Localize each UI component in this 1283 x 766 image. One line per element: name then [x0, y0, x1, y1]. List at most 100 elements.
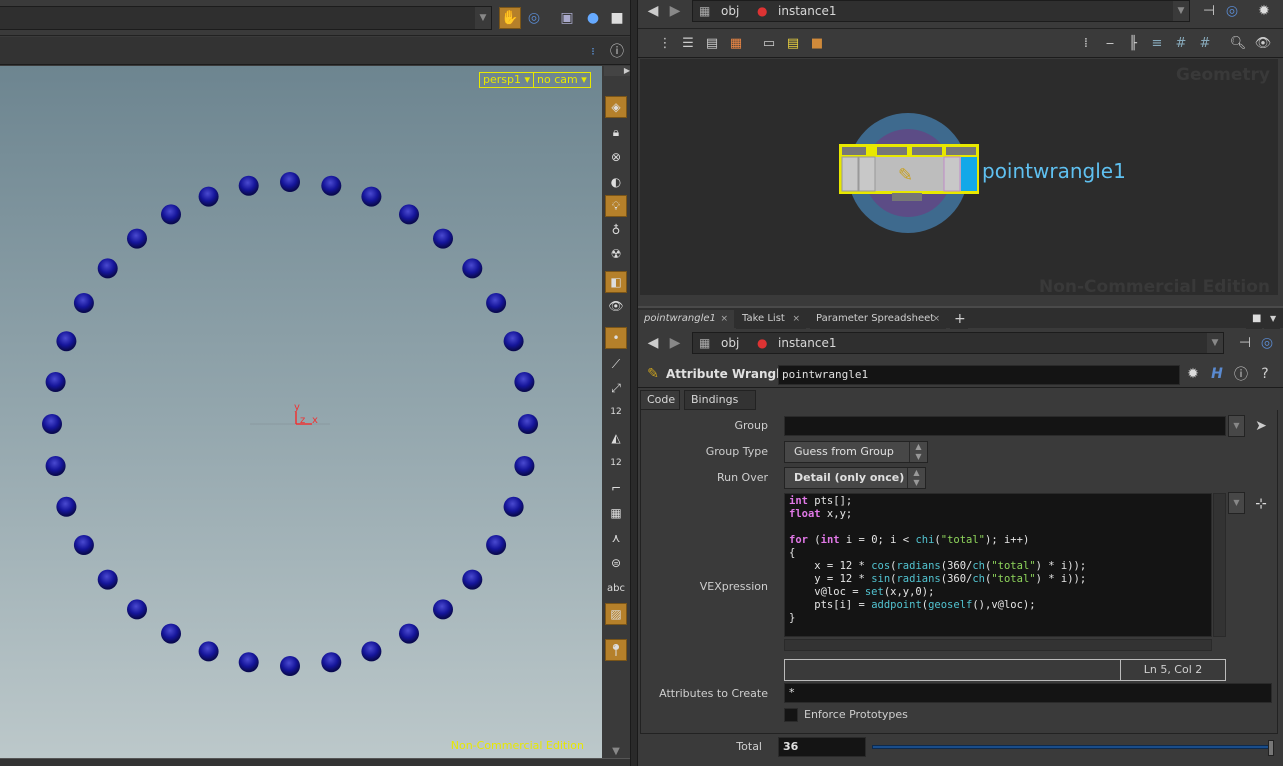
pin-icon[interactable]: ⊣	[1198, 0, 1220, 22]
align-horizontal-icon[interactable]: ‒	[1101, 34, 1119, 52]
forward-arrow-icon[interactable]: ▶	[664, 0, 686, 22]
group-field[interactable]	[784, 416, 1226, 436]
details-view-icon[interactable]: ▤	[703, 34, 721, 52]
sticky-note-icon[interactable]: ▤	[784, 34, 802, 52]
align-vertical-icon[interactable]: ⁞	[1077, 34, 1095, 52]
bypass-flag[interactable]	[841, 156, 859, 192]
visualizer-icon[interactable]: 👁︎	[605, 295, 627, 317]
normal-display-icon[interactable]: ⟋	[605, 353, 627, 375]
input-connector-4[interactable]	[946, 147, 976, 155]
viewport-layout-icon[interactable]: ◈	[605, 96, 627, 118]
tab-parameter-spreadsheet[interactable]: Parameter Spreadsheet ×	[810, 310, 946, 330]
attributes-to-create-field[interactable]: *	[784, 683, 1272, 703]
lock-flag[interactable]	[858, 156, 876, 192]
snap-grid-icon[interactable]: ╟	[1124, 34, 1142, 52]
input-connector-3[interactable]	[912, 147, 942, 155]
pane-menu-icon[interactable]: ■	[1246, 310, 1262, 330]
circle-icon[interactable]: ⊜	[605, 552, 627, 574]
close-icon[interactable]: ×	[792, 310, 800, 328]
pin-icon[interactable]: ⊣	[1234, 332, 1256, 354]
light-icon[interactable]: ♁	[605, 219, 627, 241]
forward-arrow-icon[interactable]: ▶	[664, 332, 686, 354]
vex-preset-dropdown[interactable]: ▼	[1228, 492, 1245, 514]
help-icon[interactable]: ⓘ	[606, 40, 628, 62]
chevron-down-icon[interactable]: ▼	[1173, 1, 1189, 21]
close-icon[interactable]: ×	[720, 310, 728, 328]
crumb-instance[interactable]: instance1	[778, 336, 836, 350]
point-numbers-icon[interactable]: 12	[605, 401, 627, 423]
back-arrow-icon[interactable]: ◀	[642, 332, 664, 354]
create-spare-parms-icon[interactable]: ⊹	[1250, 493, 1272, 515]
tab-bindings[interactable]: Bindings	[684, 390, 756, 410]
expand-arrow-icon[interactable]: ▶	[604, 66, 630, 76]
curve-uv-icon[interactable]: ⌐	[605, 477, 627, 499]
group-dropdown-button[interactable]: ▼	[1228, 415, 1245, 437]
pane-divider[interactable]	[630, 0, 638, 766]
network-box-icon[interactable]: ▭	[760, 34, 778, 52]
vertex-display-icon[interactable]: ▦	[605, 502, 627, 524]
prim-normal-icon[interactable]: ◭	[605, 427, 627, 449]
tree-view-icon[interactable]: ⋮	[656, 34, 674, 52]
viewport-3d[interactable]: persp1 ▾ no cam ▾ y z x Non-Commercial E…	[0, 66, 602, 758]
chevron-down-icon[interactable]: ▼	[1264, 310, 1280, 330]
node-graphic[interactable]: ✎	[640, 59, 980, 295]
template-flag[interactable]	[943, 156, 961, 192]
network-editor[interactable]: Geometry Non-Commercial Edition ✎ pointw…	[640, 59, 1278, 295]
lights-shadows-icon[interactable]: ☢	[605, 243, 627, 265]
shading-cube-icon[interactable]: ▣	[556, 7, 578, 29]
text-icon[interactable]: abc	[605, 577, 627, 599]
prim-numbers-icon[interactable]: 12	[605, 452, 627, 474]
code-vertical-scrollbar[interactable]	[1213, 493, 1226, 637]
display-options-icon[interactable]: ◐	[605, 171, 627, 193]
link-icon[interactable]: ◎	[1221, 0, 1243, 22]
code-horizontal-scrollbar[interactable]	[784, 639, 1212, 651]
output-connector[interactable]	[892, 193, 922, 201]
pane-split-handle[interactable]	[638, 295, 1283, 305]
point-display-icon[interactable]: •	[605, 327, 627, 349]
crumb-obj[interactable]: obj	[721, 336, 739, 350]
snapping-icon[interactable]: ◎	[523, 7, 545, 29]
info-icon[interactable]: ⓘ	[1230, 363, 1252, 385]
back-arrow-icon[interactable]: ◀	[642, 0, 664, 22]
background-image-icon[interactable]: ▨	[605, 603, 627, 625]
select-tool-icon[interactable]: ✋	[499, 7, 521, 29]
pin-icon[interactable]: 📍︎	[605, 639, 627, 661]
total-slider-handle[interactable]	[1268, 740, 1274, 756]
tab-code[interactable]: Code	[640, 390, 680, 410]
tab-pointwrangle1[interactable]: pointwrangle1 ×	[638, 310, 734, 330]
enforce-prototypes-checkbox[interactable]	[784, 708, 798, 722]
headlight-off-icon[interactable]: ⊗	[605, 146, 627, 168]
run-over-menu[interactable]: Detail (only once) ▲ ▼	[784, 467, 926, 489]
select-arrow-icon[interactable]: ➤	[1250, 415, 1272, 437]
list-view-icon[interactable]: ☰	[679, 34, 697, 52]
tab-take-list[interactable]: Take List ×	[736, 310, 806, 330]
display-sphere-icon[interactable]: ●	[582, 7, 604, 29]
input-connector-2[interactable]	[877, 147, 907, 155]
add-tab-button[interactable]: +	[950, 310, 968, 330]
gear-icon[interactable]: ✹	[1253, 0, 1275, 22]
pane-split-handle[interactable]	[0, 758, 630, 766]
total-field[interactable]: 36	[778, 737, 866, 757]
search-icon[interactable]: 🔍︎	[1229, 34, 1247, 52]
headlight-icon[interactable]: 💡︎	[605, 195, 627, 217]
gear-icon[interactable]: ✹	[1182, 363, 1204, 385]
link-icon[interactable]: ◎	[1256, 332, 1278, 354]
shaded-icon[interactable]: ◧	[605, 271, 627, 293]
distribute-icon[interactable]: ≡	[1148, 34, 1166, 52]
help-icon[interactable]: ?	[1254, 363, 1276, 385]
viewport-combo[interactable]: ▼	[0, 6, 492, 30]
display-flag[interactable]	[961, 157, 977, 191]
color-palette-icon[interactable]: ▦	[727, 34, 745, 52]
wrangle-icon[interactable]: ✎	[642, 363, 664, 385]
vex-code-editor[interactable]: int pts[]; float x,y; for (int i = 0; i …	[784, 493, 1212, 637]
houdini-help-icon[interactable]: H	[1206, 363, 1228, 385]
crumb-obj[interactable]: obj	[721, 4, 739, 18]
param-path[interactable]: ▦ obj ● instance1 ▼	[692, 332, 1224, 354]
lock-camera-icon[interactable]: 🔒︎	[605, 121, 627, 143]
group-type-menu[interactable]: Guess from Group ▲ ▼	[784, 441, 928, 463]
eye-icon[interactable]: 👁︎	[1254, 34, 1272, 52]
breakpoint-icon[interactable]: ⋏	[605, 527, 627, 549]
point-normal-icon[interactable]: ⤢	[605, 377, 627, 399]
node-name-label[interactable]: pointwrangle1	[982, 159, 1126, 183]
visibility-groups-icon[interactable]: ⁝	[582, 40, 604, 62]
